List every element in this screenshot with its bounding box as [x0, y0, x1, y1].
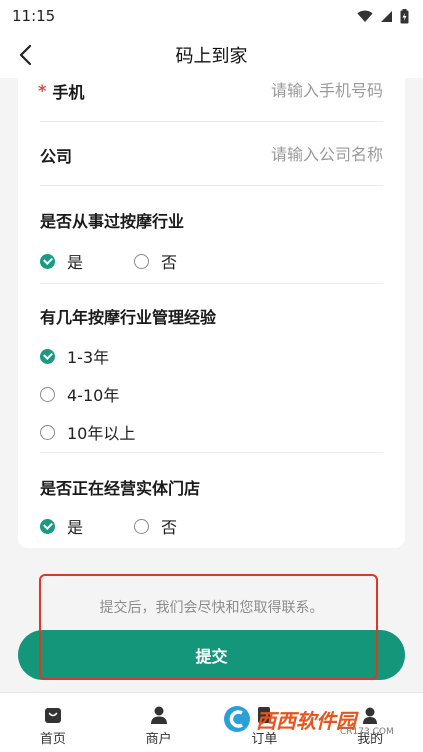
phone-input[interactable]	[213, 81, 383, 100]
option-label: 是	[67, 253, 84, 272]
divider	[40, 452, 383, 453]
tab-merchant[interactable]: 商户	[106, 693, 212, 752]
back-arrow-icon[interactable]	[14, 42, 40, 68]
option-label: 4-10年	[67, 386, 120, 405]
option-1-3-years[interactable]: 1-3年	[40, 344, 383, 368]
option-group: 是 否	[40, 514, 383, 538]
radio-unchecked-icon[interactable]	[40, 424, 55, 440]
option-no[interactable]: 否	[134, 249, 177, 273]
radio-checked-icon[interactable]	[40, 518, 55, 534]
tab-label: 商户	[145, 732, 172, 747]
status-time: 11:15	[12, 7, 56, 25]
question-title: 是否正在经营实体门店	[40, 479, 201, 498]
status-bar: 11:15	[0, 0, 423, 32]
option-10-plus-years[interactable]: 10年以上	[40, 420, 383, 444]
option-group: 是 否	[40, 249, 383, 273]
option-label: 是	[67, 518, 84, 537]
phone-label-text: 手机	[52, 82, 85, 102]
option-4-10-years[interactable]: 4-10年	[40, 382, 383, 406]
company-input[interactable]	[213, 145, 383, 164]
tab-label: 订单	[251, 732, 278, 747]
signal-icon	[381, 10, 392, 22]
question-title: 有几年按摩行业管理经验	[40, 308, 217, 327]
phone-field-row: * 手机	[38, 60, 383, 122]
tab-orders[interactable]: 订单	[212, 693, 318, 752]
tab-profile[interactable]: 我的	[317, 693, 423, 752]
tab-label: 首页	[39, 732, 66, 747]
option-no[interactable]: 否	[134, 514, 177, 538]
question-management-years: 有几年按摩行业管理经验 1-3年 4-10年 10年以上	[40, 304, 383, 444]
question-massage-experience: 是否从事过按摩行业 是 否	[40, 208, 383, 273]
wifi-icon	[357, 10, 373, 22]
status-icons	[357, 8, 409, 24]
required-mark: *	[38, 81, 47, 100]
battery-icon	[400, 8, 409, 23]
submit-notice: 提交后，我们会尽快和您取得联系。	[99, 600, 324, 616]
radio-unchecked-icon[interactable]	[134, 518, 149, 534]
option-yes[interactable]: 是	[40, 249, 134, 273]
merchant-person-icon	[150, 706, 167, 724]
option-label: 否	[161, 253, 178, 272]
radio-checked-icon[interactable]	[40, 348, 55, 364]
option-label: 否	[161, 518, 178, 537]
tab-label: 我的	[357, 732, 384, 747]
divider	[40, 283, 383, 284]
home-bag-icon	[44, 708, 61, 723]
radio-checked-icon[interactable]	[40, 253, 55, 269]
tab-bar: 首页 商户 订单 我的	[0, 692, 423, 752]
form-card: * 手机 公司 是否从事过按摩行业 是 否 有几年按摩行业管理经验 1-3年	[18, 78, 405, 548]
order-icon	[258, 707, 271, 723]
profile-icon	[363, 707, 378, 724]
option-label: 1-3年	[67, 348, 110, 367]
tab-home[interactable]: 首页	[0, 693, 106, 752]
question-title: 是否从事过按摩行业	[40, 212, 185, 231]
submit-button[interactable]: 提交	[18, 630, 405, 680]
radio-unchecked-icon[interactable]	[134, 253, 149, 269]
phone-label: * 手机	[38, 79, 85, 103]
company-field-row: 公司	[40, 124, 383, 186]
option-yes[interactable]: 是	[40, 514, 134, 538]
radio-unchecked-icon[interactable]	[40, 386, 55, 402]
option-label: 10年以上	[67, 424, 136, 443]
question-physical-store: 是否正在经营实体门店 是 否	[40, 475, 383, 538]
company-label: 公司	[40, 146, 73, 166]
